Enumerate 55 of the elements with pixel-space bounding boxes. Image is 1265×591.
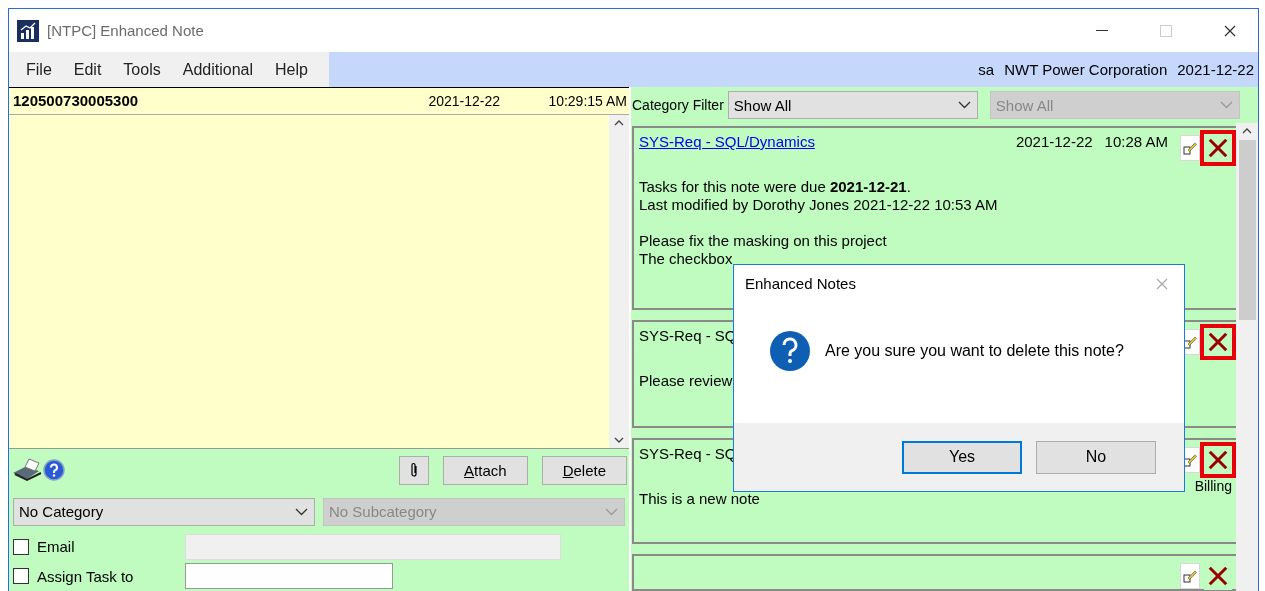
- note-text: Please fix the masking on this project: [639, 232, 888, 250]
- dialog-button[interactable]: No: [1036, 440, 1156, 474]
- note-text: Last modified by Dorothy Jones 2021-12-22 10:53 AM: [639, 196, 999, 214]
- question-icon: [769, 329, 811, 372]
- chevron-down-icon: [1219, 101, 1233, 109]
- session-date: 2021-12-22: [1177, 61, 1254, 78]
- note-text: This is a new note: [639, 489, 761, 508]
- company-name: NWT Power Corporation: [1004, 61, 1168, 78]
- paperclip-button[interactable]: [399, 455, 430, 485]
- attach-button[interactable]: Attach: [443, 455, 528, 485]
- help-icon[interactable]: [43, 459, 65, 482]
- scroll-up-icon[interactable]: [1242, 127, 1252, 134]
- dialog-button[interactable]: Yes: [902, 440, 1022, 474]
- user-name: sa: [978, 61, 995, 78]
- delete-button[interactable]: Delete: [541, 455, 627, 485]
- dialog-message: Are you sure you want to delete this note?: [825, 341, 1124, 360]
- note-title-link[interactable]: SYS-Req - SQL/Dynamics: [639, 130, 815, 150]
- filter-label: Category Filter: [632, 97, 724, 113]
- menu-item[interactable]: Help: [264, 60, 319, 79]
- note-date: 2021-12-22: [428, 92, 501, 109]
- scrollbar[interactable]: [609, 114, 629, 448]
- checkbox-label: Assign Task to: [37, 567, 135, 585]
- scroll-up-icon[interactable]: [614, 118, 624, 126]
- checkbox[interactable]: [13, 538, 29, 555]
- email-field[interactable]: [185, 533, 561, 560]
- bar-chart-icon: [17, 19, 39, 42]
- dialog-title: Enhanced Notes: [745, 275, 856, 292]
- window-title: [NTPC] Enhanced Note: [47, 22, 205, 39]
- chevron-down-icon: [295, 507, 308, 516]
- scrollbar[interactable]: [1236, 123, 1258, 591]
- minimize-icon[interactable]: [1096, 29, 1108, 32]
- note-category: Billing: [1194, 477, 1232, 494]
- category-filter-dropdown[interactable]: Show All: [727, 91, 978, 119]
- category-dropdown[interactable]: No Category: [13, 497, 315, 526]
- pencil-icon[interactable]: [1180, 135, 1200, 161]
- note-number: 120500730005300: [13, 92, 140, 110]
- menu-item[interactable]: Tools: [112, 60, 172, 79]
- menu-item[interactable]: File: [15, 60, 63, 79]
- scroll-down-icon[interactable]: [614, 436, 624, 444]
- note-text: Please review: [639, 372, 734, 390]
- note-text: Tasks for this note were due 2021-12-21.: [639, 178, 912, 196]
- pencil-icon[interactable]: [1180, 562, 1200, 589]
- chevron-down-icon: [605, 507, 618, 516]
- chevron-down-icon: [957, 101, 971, 109]
- assignee-dropdown[interactable]: [185, 563, 393, 590]
- paperclip-icon: [410, 462, 419, 479]
- menu-item[interactable]: Edit: [62, 60, 113, 79]
- menu-item[interactable]: Additional: [171, 60, 264, 79]
- note-date: 2021-12-22: [1015, 132, 1093, 150]
- note-time: 10:28 AM: [1104, 132, 1168, 150]
- checkbox[interactable]: [13, 568, 29, 585]
- note-text: The checkbox: [639, 250, 734, 268]
- note-time: 10:29:15 AM: [548, 92, 627, 109]
- printer-icon[interactable]: [11, 457, 43, 484]
- checkbox-label: Email: [37, 538, 76, 556]
